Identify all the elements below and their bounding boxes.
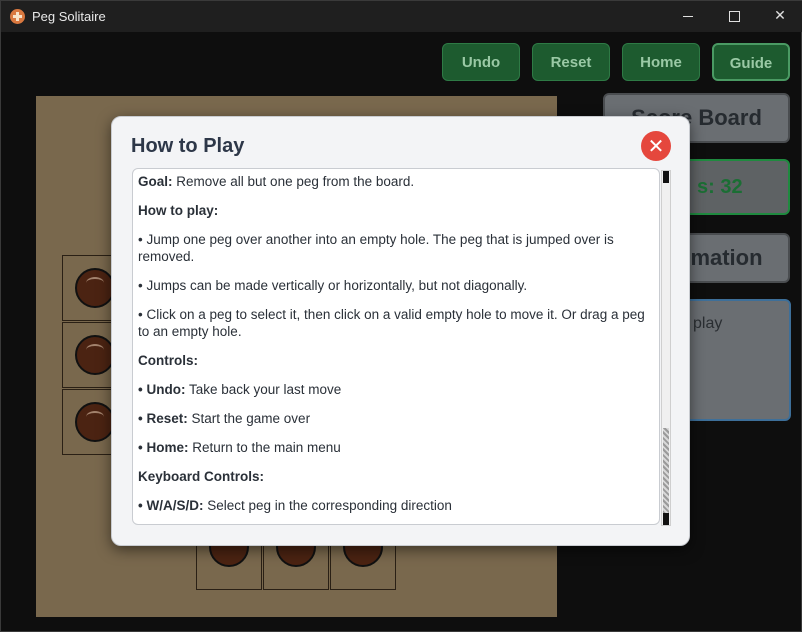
score-text: s: 32 [697,176,743,198]
peg[interactable] [75,268,115,308]
control-undo: • Undo: Take back your last move [138,381,650,398]
goal-line: Goal: Remove all but one peg from the bo… [138,173,650,190]
how-to-play-label: How to play: [138,203,219,218]
instructions-content: Goal: Remove all but one peg from the bo… [138,173,650,524]
rule-jump: • Jump one peg over another into an empt… [138,232,614,264]
maximize-button[interactable] [711,1,757,32]
home-button[interactable]: Home [622,43,700,81]
information-label: mation [690,245,763,270]
control-undo-text: Take back your last move [185,382,342,397]
controls-label: Controls: [138,353,198,368]
control-wasd-text: Select peg in the corresponding directio… [203,498,452,513]
scroll-thumb[interactable] [663,428,669,513]
vertical-scrollbar[interactable] [661,170,671,526]
peg-app-icon [10,9,25,24]
control-home: • Home: Return to the main menu [138,439,650,456]
scroll-up-arrow-icon[interactable] [663,171,669,183]
control-home-text: Return to the main menu [188,440,341,455]
control-undo-label: • Undo: [138,382,186,397]
window-close-button[interactable]: ✕ [757,1,802,32]
minimize-button[interactable] [665,1,711,32]
control-home-label: • Home: [138,440,189,455]
dialog-close-button[interactable]: ✕ [641,131,671,161]
how-to-play-dialog: How to Play ✕ Goal: Remove all but one p… [111,116,690,546]
control-reset-label: • Reset: [138,411,188,426]
control-wasd: • W/A/S/D: Select peg in the correspondi… [138,497,650,514]
title-bar: Peg Solitaire ✕ [1,1,802,32]
controls-heading: Controls: [138,352,650,369]
keyboard-label: Keyboard Controls: [138,469,265,484]
information-text: play [693,315,723,332]
goal-label: Goal: [138,174,173,189]
control-reset-text: Start the game over [187,411,311,426]
window-title: Peg Solitaire [32,9,106,24]
dialog-title: How to Play [131,135,245,157]
peg[interactable] [75,335,115,375]
instructions-scroll-area[interactable]: Goal: Remove all but one peg from the bo… [132,168,660,525]
maximize-icon [728,10,740,22]
control-reset: • Reset: Start the game over [138,410,650,427]
how-to-play-heading: How to play: [138,202,650,219]
rule-select: • Click on a peg to select it, then clic… [138,307,645,339]
guide-button[interactable]: Guide [712,43,790,81]
keyboard-heading: Keyboard Controls: [138,468,650,485]
peg[interactable] [75,402,115,442]
rule-direction: • Jumps can be made vertically or horizo… [138,278,528,293]
reset-button[interactable]: Reset [532,43,610,81]
goal-text: Remove all but one peg from the board. [172,174,415,189]
scroll-down-arrow-icon[interactable] [663,513,669,525]
control-wasd-label: • W/A/S/D: [138,498,204,513]
undo-button[interactable]: Undo [442,43,520,81]
minimize-icon [683,15,693,17]
